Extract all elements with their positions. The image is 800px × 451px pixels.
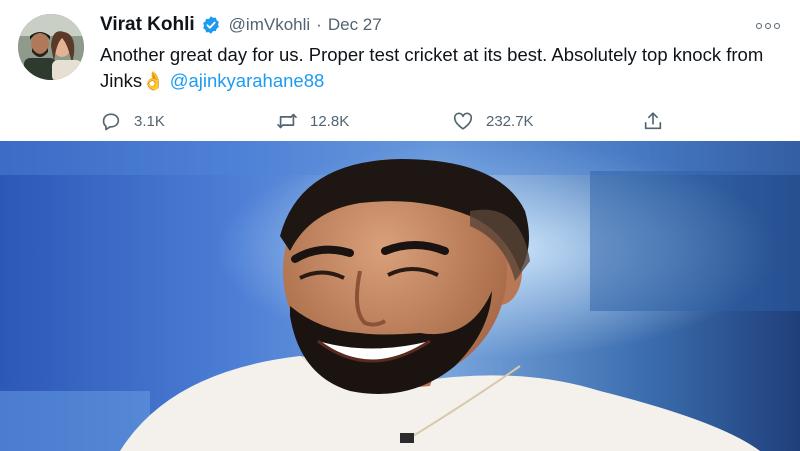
tweet-date[interactable]: Dec 27 (328, 15, 382, 35)
reply-icon (102, 113, 120, 131)
author-handle[interactable]: @imVkohli (229, 15, 311, 35)
like-button[interactable]: 232.7K (452, 108, 534, 134)
verified-badge-icon (202, 16, 219, 34)
more-dot (774, 23, 780, 29)
retweet-icon (277, 113, 297, 129)
share-button[interactable] (642, 108, 664, 134)
tweet-header: Virat Kohli @imVkohli · Dec 27 (100, 12, 382, 38)
like-count: 232.7K (486, 112, 534, 130)
reply-button[interactable]: 3.1K (100, 108, 165, 134)
more-options-icon[interactable] (752, 16, 784, 36)
tweet-photo[interactable] (0, 141, 800, 451)
retweet-button[interactable]: 12.8K (276, 108, 349, 134)
tweet-text: Another great day for us. Proper test cr… (100, 42, 790, 94)
portrait-photo (0, 141, 800, 451)
tweet-actions: 3.1K 12.8K 232.7K (100, 108, 680, 134)
more-dot (765, 23, 771, 29)
avatar[interactable] (18, 14, 84, 80)
tweet-card[interactable]: Virat Kohli @imVkohli · Dec 27 Another g… (0, 0, 800, 140)
separator-dot: · (316, 15, 322, 34)
retweet-count: 12.8K (310, 112, 350, 130)
reply-count: 3.1K (134, 112, 165, 130)
mention-link[interactable]: @ajinkyarahane88 (170, 70, 325, 91)
share-icon (644, 112, 662, 130)
ok-hand-emoji: 👌 (142, 71, 165, 91)
more-dot (756, 23, 762, 29)
author-name[interactable]: Virat Kohli (100, 14, 195, 36)
heart-icon (453, 112, 473, 130)
